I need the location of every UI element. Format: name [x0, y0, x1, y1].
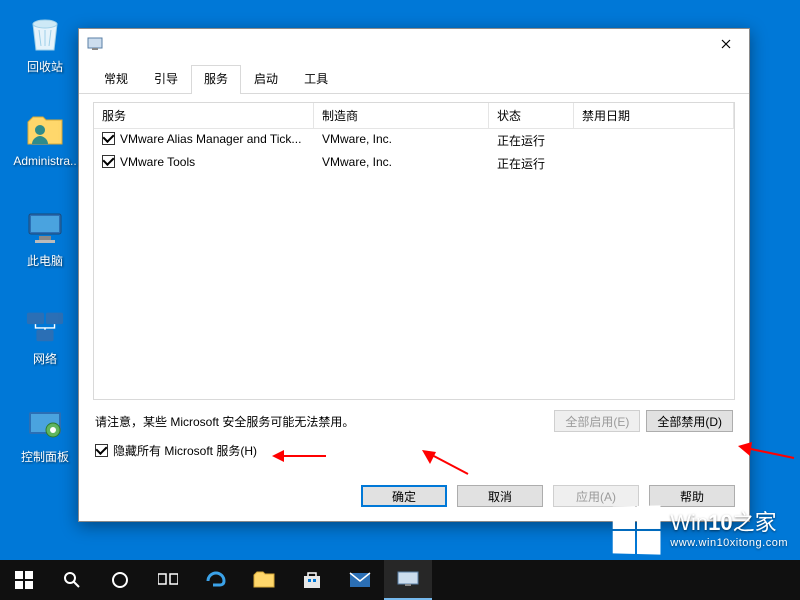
tab-strip: 常规 引导 服务 启动 工具: [79, 59, 749, 94]
windows-logo-icon: [613, 505, 661, 554]
titlebar[interactable]: [79, 29, 749, 59]
ok-button[interactable]: 确定: [361, 485, 447, 507]
taskbar-msconfig[interactable]: [384, 560, 432, 600]
this-pc-icon: [25, 208, 65, 248]
service-disabled-date: [574, 129, 734, 152]
tab-boot[interactable]: 引导: [141, 65, 191, 93]
cortana-button[interactable]: [96, 560, 144, 600]
col-manufacturer[interactable]: 制造商: [314, 103, 489, 128]
folder-icon: [253, 571, 275, 589]
service-name: VMware Tools: [120, 155, 195, 169]
list-item[interactable]: VMware Alias Manager and Tick... VMware,…: [94, 129, 734, 152]
mail-icon: [349, 572, 371, 588]
desktop-icon-label: 控制面板: [10, 448, 80, 465]
recycle-bin-icon: [25, 14, 65, 54]
apply-button: 应用(A): [553, 485, 639, 507]
desktop-icon-label: 回收站: [10, 58, 80, 75]
search-icon: [63, 571, 81, 589]
desktop-icon-label: 网络: [10, 350, 80, 367]
service-status: 正在运行: [489, 152, 574, 175]
windows-icon: [15, 571, 33, 589]
desktop-icon-label: Administra..: [10, 154, 80, 168]
list-item[interactable]: VMware Tools VMware, Inc. 正在运行: [94, 152, 734, 175]
cortana-icon: [111, 571, 129, 589]
close-icon: [721, 39, 731, 49]
watermark-brand: Win10之家: [670, 510, 788, 536]
note-row: 请注意，某些 Microsoft 安全服务可能无法禁用。 全部启用(E) 全部禁…: [93, 400, 735, 436]
taskbar-edge[interactable]: [192, 560, 240, 600]
service-status: 正在运行: [489, 129, 574, 152]
hide-ms-row: 隐藏所有 Microsoft 服务(H): [93, 436, 735, 461]
service-maker: VMware, Inc.: [314, 152, 489, 175]
taskbar: [0, 560, 800, 600]
watermark-url: www.win10xitong.com: [670, 537, 788, 550]
tab-startup[interactable]: 启动: [241, 65, 291, 93]
desktop-icon-label: 此电脑: [10, 252, 80, 269]
tab-services[interactable]: 服务: [191, 65, 241, 94]
start-button[interactable]: [0, 560, 48, 600]
msconfig-dialog: 常规 引导 服务 启动 工具 服务 制造商 状态 禁用日期 VMware Ali…: [78, 28, 750, 522]
hide-ms-checkbox[interactable]: [95, 444, 108, 457]
control-panel-icon: [25, 404, 65, 444]
help-button[interactable]: 帮助: [649, 485, 735, 507]
close-button[interactable]: [703, 29, 749, 59]
services-list[interactable]: 服务 制造商 状态 禁用日期 VMware Alias Manager and …: [93, 102, 735, 400]
service-disabled-date: [574, 152, 734, 175]
msconfig-icon: [397, 570, 419, 588]
cancel-button[interactable]: 取消: [457, 485, 543, 507]
task-view-icon: [158, 572, 178, 588]
taskbar-store[interactable]: [288, 560, 336, 600]
hide-ms-label: 隐藏所有 Microsoft 服务(H): [113, 442, 257, 459]
edge-icon: [205, 569, 227, 591]
desktop-icon-control-panel[interactable]: 控制面板: [10, 404, 80, 465]
user-folder-icon: [25, 110, 65, 150]
col-disabled-date[interactable]: 禁用日期: [574, 103, 734, 128]
app-icon: [87, 36, 103, 52]
tab-tools[interactable]: 工具: [291, 65, 341, 93]
note-text: 请注意，某些 Microsoft 安全服务可能无法禁用。: [95, 413, 354, 430]
list-body: VMware Alias Manager and Tick... VMware,…: [94, 129, 734, 399]
watermark: Win10之家 www.win10xitong.com: [612, 506, 788, 554]
service-name: VMware Alias Manager and Tick...: [120, 132, 301, 146]
service-maker: VMware, Inc.: [314, 129, 489, 152]
enable-all-button: 全部启用(E): [554, 410, 640, 432]
taskbar-mail[interactable]: [336, 560, 384, 600]
store-icon: [302, 570, 322, 590]
taskbar-explorer[interactable]: [240, 560, 288, 600]
desktop-icon-user[interactable]: Administra..: [10, 110, 80, 168]
service-checkbox[interactable]: [102, 155, 115, 168]
col-service[interactable]: 服务: [94, 103, 314, 128]
disable-all-button[interactable]: 全部禁用(D): [646, 410, 733, 432]
network-icon: [25, 306, 65, 346]
col-status[interactable]: 状态: [489, 103, 574, 128]
tab-general[interactable]: 常规: [91, 65, 141, 93]
desktop-icon-network[interactable]: 网络: [10, 306, 80, 367]
service-checkbox[interactable]: [102, 132, 115, 145]
desktop-icon-recycle-bin[interactable]: 回收站: [10, 14, 80, 75]
desktop-icon-this-pc[interactable]: 此电脑: [10, 208, 80, 269]
task-view-button[interactable]: [144, 560, 192, 600]
search-button[interactable]: [48, 560, 96, 600]
services-panel: 服务 制造商 状态 禁用日期 VMware Alias Manager and …: [79, 94, 749, 469]
list-header: 服务 制造商 状态 禁用日期: [94, 103, 734, 129]
